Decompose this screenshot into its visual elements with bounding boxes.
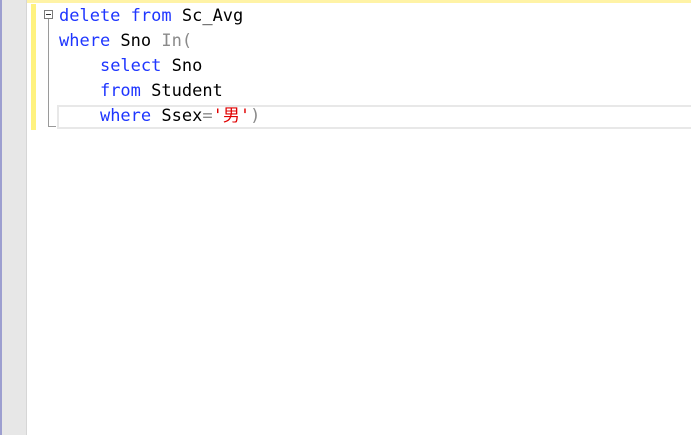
code-line[interactable]: from Student xyxy=(59,79,260,104)
code-line[interactable]: where Ssex='男') xyxy=(59,104,260,129)
code-token: Sno xyxy=(110,31,162,51)
code-token: from xyxy=(99,81,141,101)
code-token: Student xyxy=(140,81,223,101)
code-token: '男' xyxy=(212,106,251,126)
fold-toggle-icon[interactable] xyxy=(44,10,53,19)
code-token: Sc_Avg xyxy=(171,6,244,26)
code-token: select xyxy=(99,56,162,76)
code-line[interactable]: delete from Sc_Avg xyxy=(59,4,260,29)
code-token: delete xyxy=(59,6,121,26)
code-token: from xyxy=(130,6,172,26)
code-token: Sno xyxy=(161,56,203,76)
code-token: In( xyxy=(161,31,193,51)
line-gutter xyxy=(0,0,27,435)
fold-guide-line xyxy=(48,19,49,127)
code-token: Ssex xyxy=(151,106,203,126)
change-indicator-bar xyxy=(31,4,36,130)
gutter-edge xyxy=(0,0,2,435)
code-line[interactable]: select Sno xyxy=(59,54,260,79)
code-token: = xyxy=(202,106,213,126)
code-token: where xyxy=(59,31,111,51)
code-line[interactable]: where Sno In( xyxy=(59,29,260,54)
code-token: where xyxy=(99,106,152,126)
code-editor[interactable]: delete from Sc_Avg where Sno In( select S… xyxy=(59,4,260,129)
code-token: ) xyxy=(250,106,261,126)
fold-guide-end xyxy=(48,126,56,127)
top-highlight-strip xyxy=(0,0,691,3)
